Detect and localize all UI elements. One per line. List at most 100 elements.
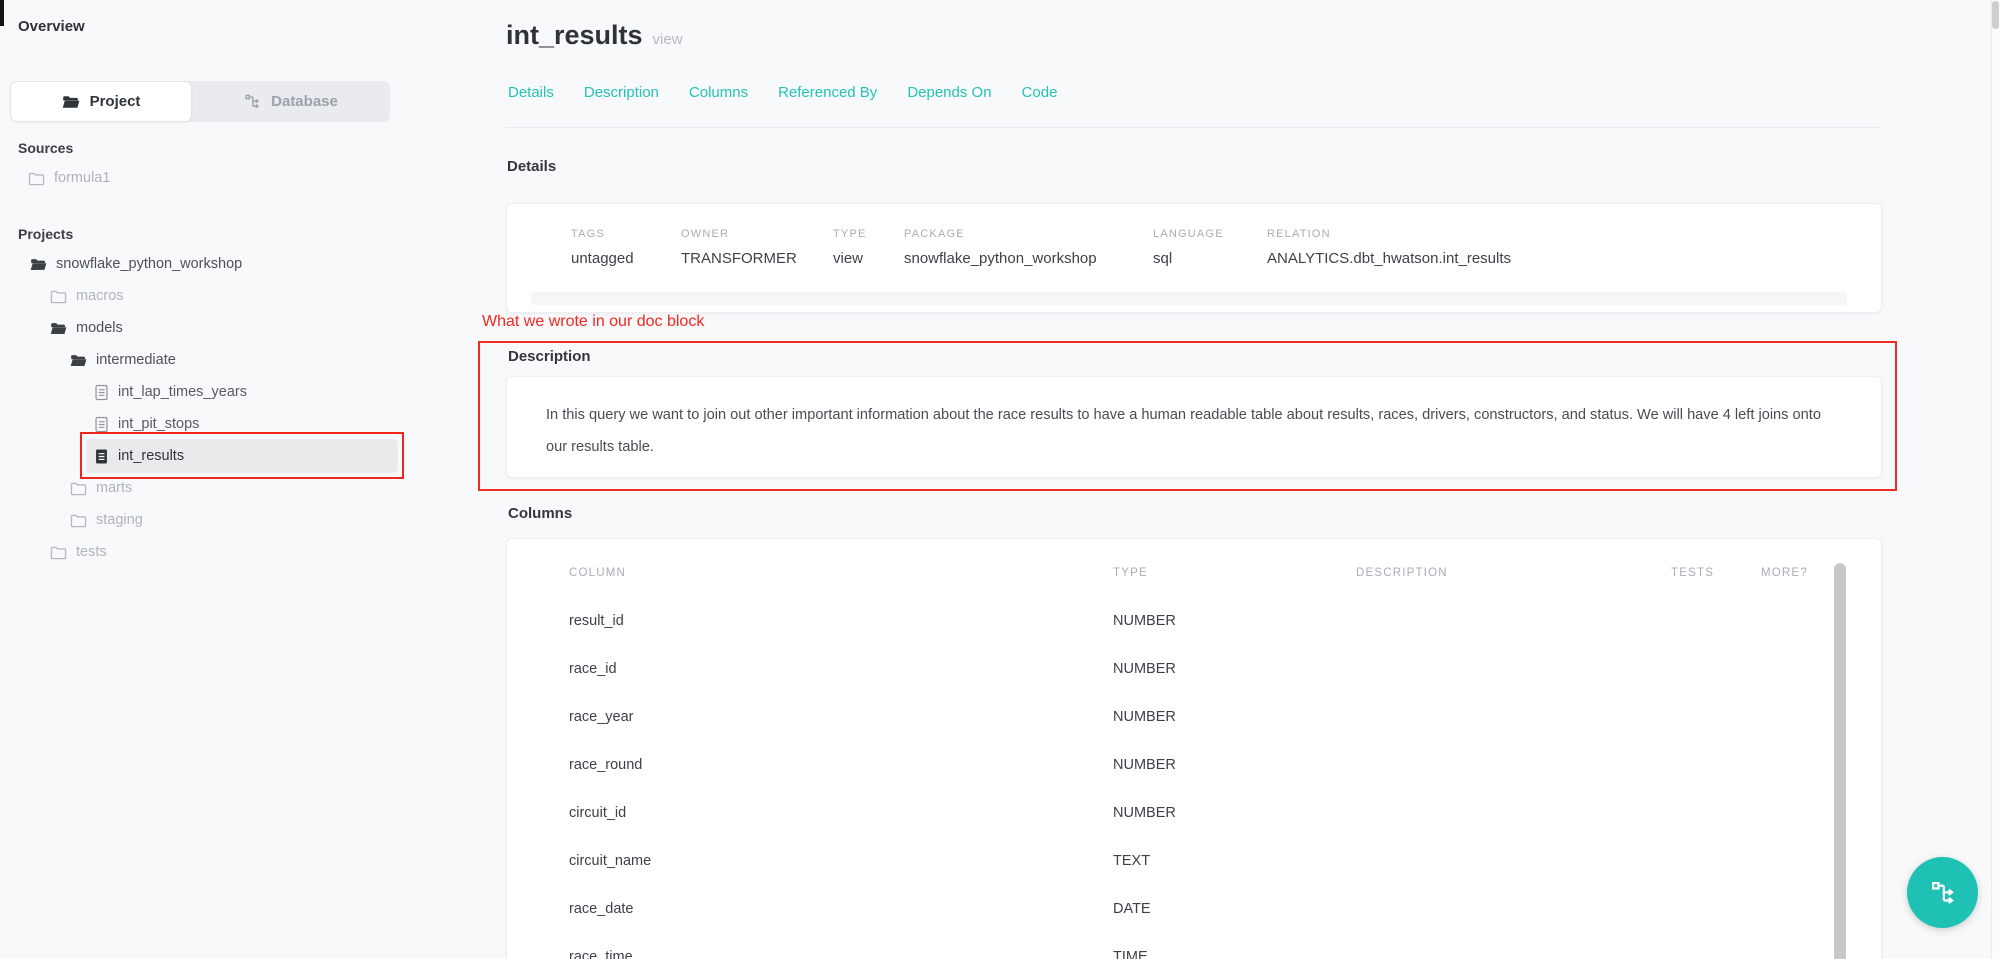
annotation-text: What we wrote in our doc block (482, 313, 704, 331)
header-divider (506, 127, 1880, 128)
description-card: In this query we want to join out other … (506, 376, 1882, 478)
table-row[interactable]: circuit_name TEXT (507, 839, 1881, 887)
column-type-cell: TEXT (1113, 853, 1150, 869)
columns-table-body: result_id NUMBER race_id NUMBER race_yea… (507, 599, 1881, 959)
column-header: TESTS (1671, 567, 1714, 579)
table-row[interactable]: race_year NUMBER (507, 695, 1881, 743)
table-row[interactable]: race_id NUMBER (507, 647, 1881, 695)
sidebar-item-label: intermediate (96, 352, 176, 368)
sidebar-item-formula1[interactable]: formula1 (0, 162, 420, 194)
detail-value: untagged (571, 250, 634, 267)
sidebar-item-label: int_lap_times_years (118, 384, 247, 400)
projects-header: Projects (18, 226, 73, 242)
sidebar-item-models[interactable]: models (0, 312, 420, 344)
sidebar-item-macros[interactable]: macros (0, 280, 420, 312)
column-type-cell: NUMBER (1113, 805, 1176, 821)
table-row[interactable]: circuit_id NUMBER (507, 791, 1881, 839)
project-toggle-label: Project (90, 93, 141, 110)
detail-value: sql (1153, 250, 1172, 267)
table-row[interactable]: race_round NUMBER (507, 743, 1881, 791)
detail-value: view (833, 250, 863, 267)
column-name-cell: circuit_name (569, 853, 651, 869)
tab-bar: Details Description Columns Referenced B… (508, 84, 1057, 101)
sidebar-item-label: marts (96, 480, 132, 496)
folder-closed-icon (50, 545, 67, 560)
column-name-cell: circuit_id (569, 805, 626, 821)
column-type-cell: TIME (1113, 949, 1148, 959)
folder-closed-icon (70, 481, 87, 496)
file-icon (94, 384, 109, 401)
details-card: TAGS untagged OWNER TRANSFORMER TYPE vie… (506, 203, 1882, 313)
folder-open-icon (70, 353, 87, 368)
column-type-cell: NUMBER (1113, 757, 1176, 773)
detail-label: LANGUAGE (1153, 228, 1224, 240)
table-row[interactable]: race_date DATE (507, 887, 1881, 935)
tab-description[interactable]: Description (584, 84, 659, 101)
folder-open-icon (50, 321, 67, 336)
column-name-cell: race_date (569, 901, 634, 917)
overview-title: Overview (18, 18, 85, 35)
column-name-cell: race_id (569, 661, 617, 677)
detail-label: PACKAGE (904, 228, 965, 240)
detail-label: OWNER (681, 228, 729, 240)
detail-value: ANALYTICS.dbt_hwatson.int_results (1267, 250, 1511, 267)
file-solid-icon (94, 448, 109, 465)
folder-open-icon (62, 94, 80, 110)
page-scrollbar-thumb[interactable] (1992, 1, 1999, 29)
sidebar-item-label: staging (96, 512, 143, 528)
database-toggle-label: Database (271, 93, 338, 110)
column-name-cell: race_time (569, 949, 633, 959)
view-toggle: Project Database (10, 81, 390, 122)
tab-depends-on[interactable]: Depends On (907, 84, 991, 101)
database-toggle-button[interactable]: Database (192, 81, 390, 122)
columns-card: COLUMN TYPE DESCRIPTION TESTS MORE? resu… (506, 538, 1882, 959)
column-header: TYPE (1113, 567, 1148, 579)
detail-label: RELATION (1267, 228, 1331, 240)
tab-referenced-by[interactable]: Referenced By (778, 84, 877, 101)
collapsed-panel-bar (531, 292, 1847, 305)
folder-closed-icon (70, 513, 87, 528)
column-header: DESCRIPTION (1356, 567, 1448, 579)
column-type-cell: NUMBER (1113, 709, 1176, 725)
sidebar-item-int-pit-stops[interactable]: int_pit_stops (0, 408, 420, 440)
description-heading: Description (508, 348, 591, 365)
sidebar-item-staging[interactable]: staging (0, 504, 420, 536)
page-scrollbar[interactable] (1991, 0, 2000, 959)
column-name-cell: result_id (569, 613, 624, 629)
sidebar-item-tests[interactable]: tests (0, 536, 420, 568)
page-title-row: int_results view (506, 20, 683, 51)
sidebar-item-label: int_results (118, 448, 184, 464)
lineage-graph-icon (1929, 879, 1957, 907)
project-toggle-button[interactable]: Project (10, 81, 192, 122)
sidebar-item-label: macros (76, 288, 124, 304)
sidebar-item-marts[interactable]: marts (0, 472, 420, 504)
column-header: MORE? (1761, 567, 1808, 579)
sidebar-item-intermediate[interactable]: intermediate (0, 344, 420, 376)
column-type-cell: NUMBER (1113, 661, 1176, 677)
column-header: COLUMN (569, 567, 626, 579)
table-row[interactable]: race_time TIME (507, 935, 1881, 959)
detail-value: TRANSFORMER (681, 250, 797, 267)
tab-code[interactable]: Code (1022, 84, 1058, 101)
columns-table-header: COLUMN TYPE DESCRIPTION TESTS MORE? (507, 567, 1881, 595)
sidebar-item-snowflake-python-workshop[interactable]: snowflake_python_workshop (0, 248, 420, 280)
description-body: In this query we want to join out other … (546, 399, 1846, 463)
tab-details[interactable]: Details (508, 84, 554, 101)
folder-closed-icon (50, 289, 67, 304)
sidebar-item-label: formula1 (54, 170, 110, 186)
table-row[interactable]: result_id NUMBER (507, 599, 1881, 647)
sidebar-item-label: snowflake_python_workshop (56, 256, 242, 272)
folder-closed-icon (28, 171, 45, 186)
sidebar-item-int-lap-times-years[interactable]: int_lap_times_years (0, 376, 420, 408)
table-scrollbar[interactable] (1834, 563, 1846, 959)
detail-label: TYPE (833, 228, 867, 240)
lineage-graph-button[interactable] (1907, 857, 1978, 928)
file-icon (94, 416, 109, 433)
sidebar-item-label: tests (76, 544, 107, 560)
detail-label: TAGS (571, 228, 605, 240)
sidebar-item-int-results[interactable]: int_results (0, 440, 420, 472)
tab-columns[interactable]: Columns (689, 84, 748, 101)
column-type-cell: NUMBER (1113, 613, 1176, 629)
column-name-cell: race_round (569, 757, 642, 773)
detail-value: snowflake_python_workshop (904, 250, 1097, 267)
